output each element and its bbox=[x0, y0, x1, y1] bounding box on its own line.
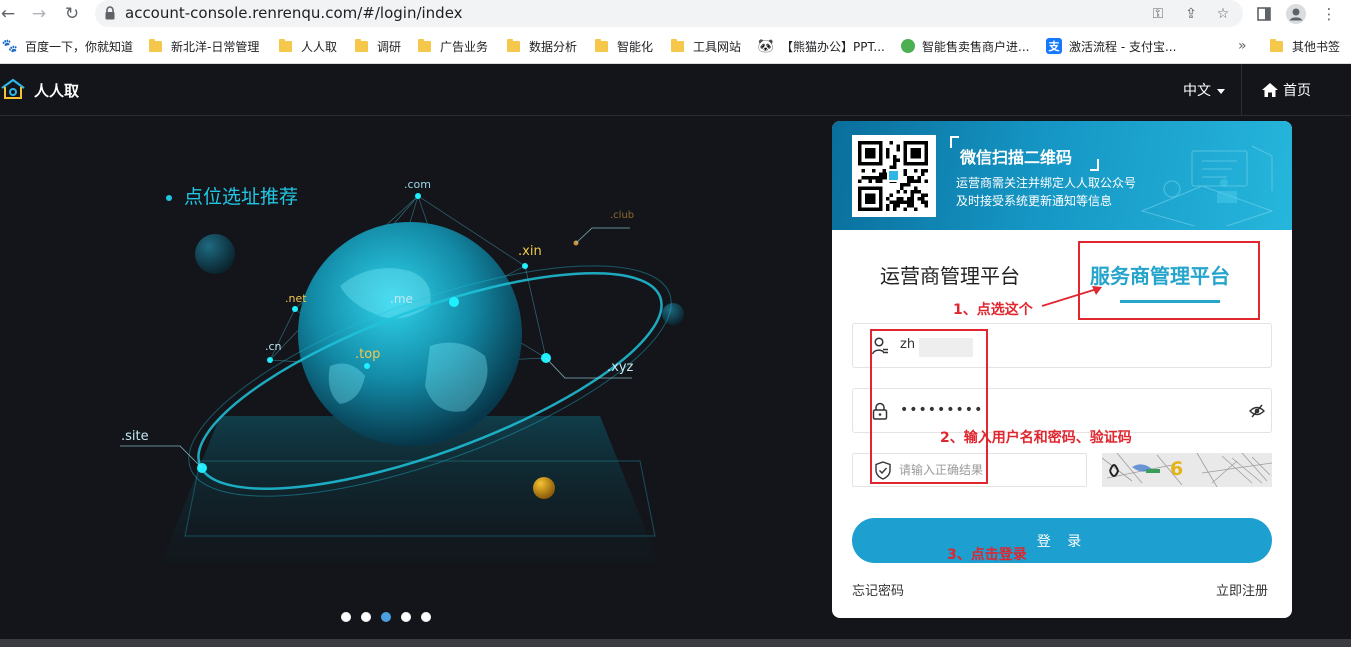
domain-label: .net bbox=[285, 292, 307, 305]
register-link[interactable]: 立即注册 bbox=[1216, 580, 1268, 599]
login-button[interactable]: 登 录 bbox=[852, 518, 1272, 563]
hero-carousel: 点位选址推荐 .com .club .xin .net .me .cn .top… bbox=[0, 116, 830, 639]
forward-icon[interactable]: → bbox=[27, 2, 51, 26]
carousel-dot[interactable] bbox=[361, 612, 371, 622]
folder-icon bbox=[418, 38, 431, 52]
folder-icon bbox=[149, 38, 162, 52]
domain-label: .me bbox=[390, 292, 413, 306]
star-icon[interactable]: ☆ bbox=[1213, 4, 1233, 24]
bottom-scroll-strip bbox=[0, 639, 1351, 647]
annotation-step3: 3、点击登录 bbox=[947, 547, 1027, 563]
logo-icon[interactable] bbox=[0, 78, 26, 100]
folder-icon bbox=[595, 38, 608, 52]
share-icon[interactable]: ⇪ bbox=[1181, 4, 1201, 24]
profile-avatar-icon[interactable] bbox=[1285, 3, 1307, 25]
app-header: 人人取 中文 首页 bbox=[0, 64, 1351, 116]
folder-icon bbox=[355, 38, 368, 52]
carousel-dot[interactable] bbox=[421, 612, 431, 622]
bookmark-item[interactable]: 数据分析 bbox=[507, 36, 577, 56]
url-text: account-console.renrenqu.com/#/login/ind… bbox=[125, 4, 463, 22]
bookmark-item[interactable]: 工具网站 bbox=[671, 36, 741, 56]
captcha-digit: 6 bbox=[1170, 458, 1184, 480]
panda-icon: 🐼 bbox=[757, 38, 775, 54]
annotation-arrow-icon bbox=[1041, 286, 1102, 307]
bookmarks-bar: 🐾 百度一下，你就知道 新北洋-日常管理 人人取 调研 广告业务 数据分析 智能… bbox=[0, 28, 1351, 64]
hero-title: 点位选址推荐 bbox=[166, 182, 298, 209]
annotation-step2: 2、输入用户名和密码、验证码 bbox=[940, 430, 1132, 446]
bookmark-item[interactable]: 智能化 bbox=[595, 36, 653, 56]
bookmark-item[interactable]: 🐾 百度一下，你就知道 bbox=[2, 36, 133, 56]
forgot-password-link[interactable]: 忘记密码 bbox=[852, 580, 904, 599]
address-bar[interactable]: account-console.renrenqu.com/#/login/ind… bbox=[95, 0, 1243, 27]
bracket-close-icon bbox=[1090, 159, 1099, 171]
folder-icon bbox=[507, 38, 520, 52]
domain-label: .club bbox=[610, 210, 635, 221]
bookmarks-overflow-chevron[interactable]: » bbox=[1238, 36, 1247, 56]
bullet-dot bbox=[166, 194, 172, 201]
app-name[interactable]: 人人取 bbox=[34, 80, 79, 101]
annotation-box-tab bbox=[1078, 241, 1260, 320]
menu-kebab-icon[interactable]: ⋮ bbox=[1318, 3, 1340, 25]
banner-illustration bbox=[1140, 145, 1274, 226]
bracket-open-icon bbox=[950, 136, 959, 148]
side-panel-icon[interactable] bbox=[1253, 3, 1275, 25]
folder-icon bbox=[1270, 38, 1283, 52]
wechat-qr-banner: 微信扫描二维码 运营商需关注并绑定人人取公众号 及时接受系统更新通知等信息 bbox=[832, 121, 1292, 230]
folder-icon bbox=[671, 38, 684, 52]
eye-hidden-icon[interactable] bbox=[1249, 404, 1265, 418]
other-bookmarks[interactable]: 其他书签 bbox=[1270, 36, 1340, 56]
language-dropdown[interactable]: 中文 bbox=[1183, 80, 1225, 100]
header-divider bbox=[1241, 64, 1242, 116]
carousel-dot[interactable] bbox=[401, 612, 411, 622]
bookmark-item[interactable]: 🐼 【熊猫办公】PPT... bbox=[758, 36, 885, 56]
domain-label: .xyz bbox=[607, 360, 634, 375]
domain-label: .cn bbox=[265, 340, 282, 353]
key-icon[interactable]: ⚿ bbox=[1148, 4, 1168, 24]
bookmark-item[interactable]: 智能售卖售商户进... bbox=[901, 36, 1029, 56]
bookmark-item[interactable]: 新北洋-日常管理 bbox=[149, 36, 259, 56]
carousel-dot[interactable] bbox=[381, 612, 391, 622]
caret-down-icon bbox=[1217, 88, 1225, 94]
home-icon bbox=[1262, 83, 1278, 97]
globe-illustration bbox=[120, 193, 684, 566]
domain-label: .com bbox=[404, 178, 431, 191]
banner-title: 微信扫描二维码 bbox=[960, 148, 1073, 167]
captcha-image[interactable]: 6 bbox=[1102, 453, 1272, 487]
domain-label: .xin bbox=[518, 244, 542, 259]
lock-icon bbox=[105, 6, 115, 20]
banner-note-line2: 及时接受系统更新通知等信息 bbox=[956, 194, 1113, 208]
back-icon[interactable]: ← bbox=[0, 2, 20, 26]
carousel-indicators bbox=[341, 612, 441, 624]
bookmark-item[interactable]: 支 激活流程 - 支付宝... bbox=[1046, 36, 1176, 56]
annotation-box-fields bbox=[870, 329, 988, 484]
language-label: 中文 bbox=[1183, 83, 1211, 99]
bookmark-item[interactable]: 广告业务 bbox=[418, 36, 488, 56]
hero-title-text: 点位选址推荐 bbox=[184, 186, 299, 208]
banner-note-line1: 运营商需关注并绑定人人取公众号 bbox=[956, 176, 1137, 190]
baidu-icon: 🐾 bbox=[1, 38, 19, 54]
domain-label: .site bbox=[121, 429, 149, 444]
wechat-qr-code bbox=[852, 135, 936, 217]
home-label: 首页 bbox=[1283, 83, 1311, 99]
home-link[interactable]: 首页 bbox=[1262, 80, 1311, 100]
bookmark-item[interactable]: 人人取 bbox=[279, 36, 337, 56]
browser-toolbar: ← → ↻ account-console.renrenqu.com/#/log… bbox=[0, 0, 1351, 28]
tab-operator-platform[interactable]: 运营商管理平台 bbox=[880, 260, 1020, 289]
carousel-dot[interactable] bbox=[341, 612, 351, 622]
bookmark-item[interactable]: 调研 bbox=[355, 36, 401, 56]
folder-icon bbox=[279, 38, 292, 52]
reload-icon[interactable]: ↻ bbox=[60, 2, 84, 26]
annotation-step1: 1、点选这个 bbox=[953, 302, 1033, 318]
domain-label: .top bbox=[355, 347, 381, 362]
alipay-icon: 支 bbox=[1046, 38, 1062, 54]
captcha-noise bbox=[1102, 453, 1272, 487]
leaf-icon bbox=[901, 39, 915, 53]
